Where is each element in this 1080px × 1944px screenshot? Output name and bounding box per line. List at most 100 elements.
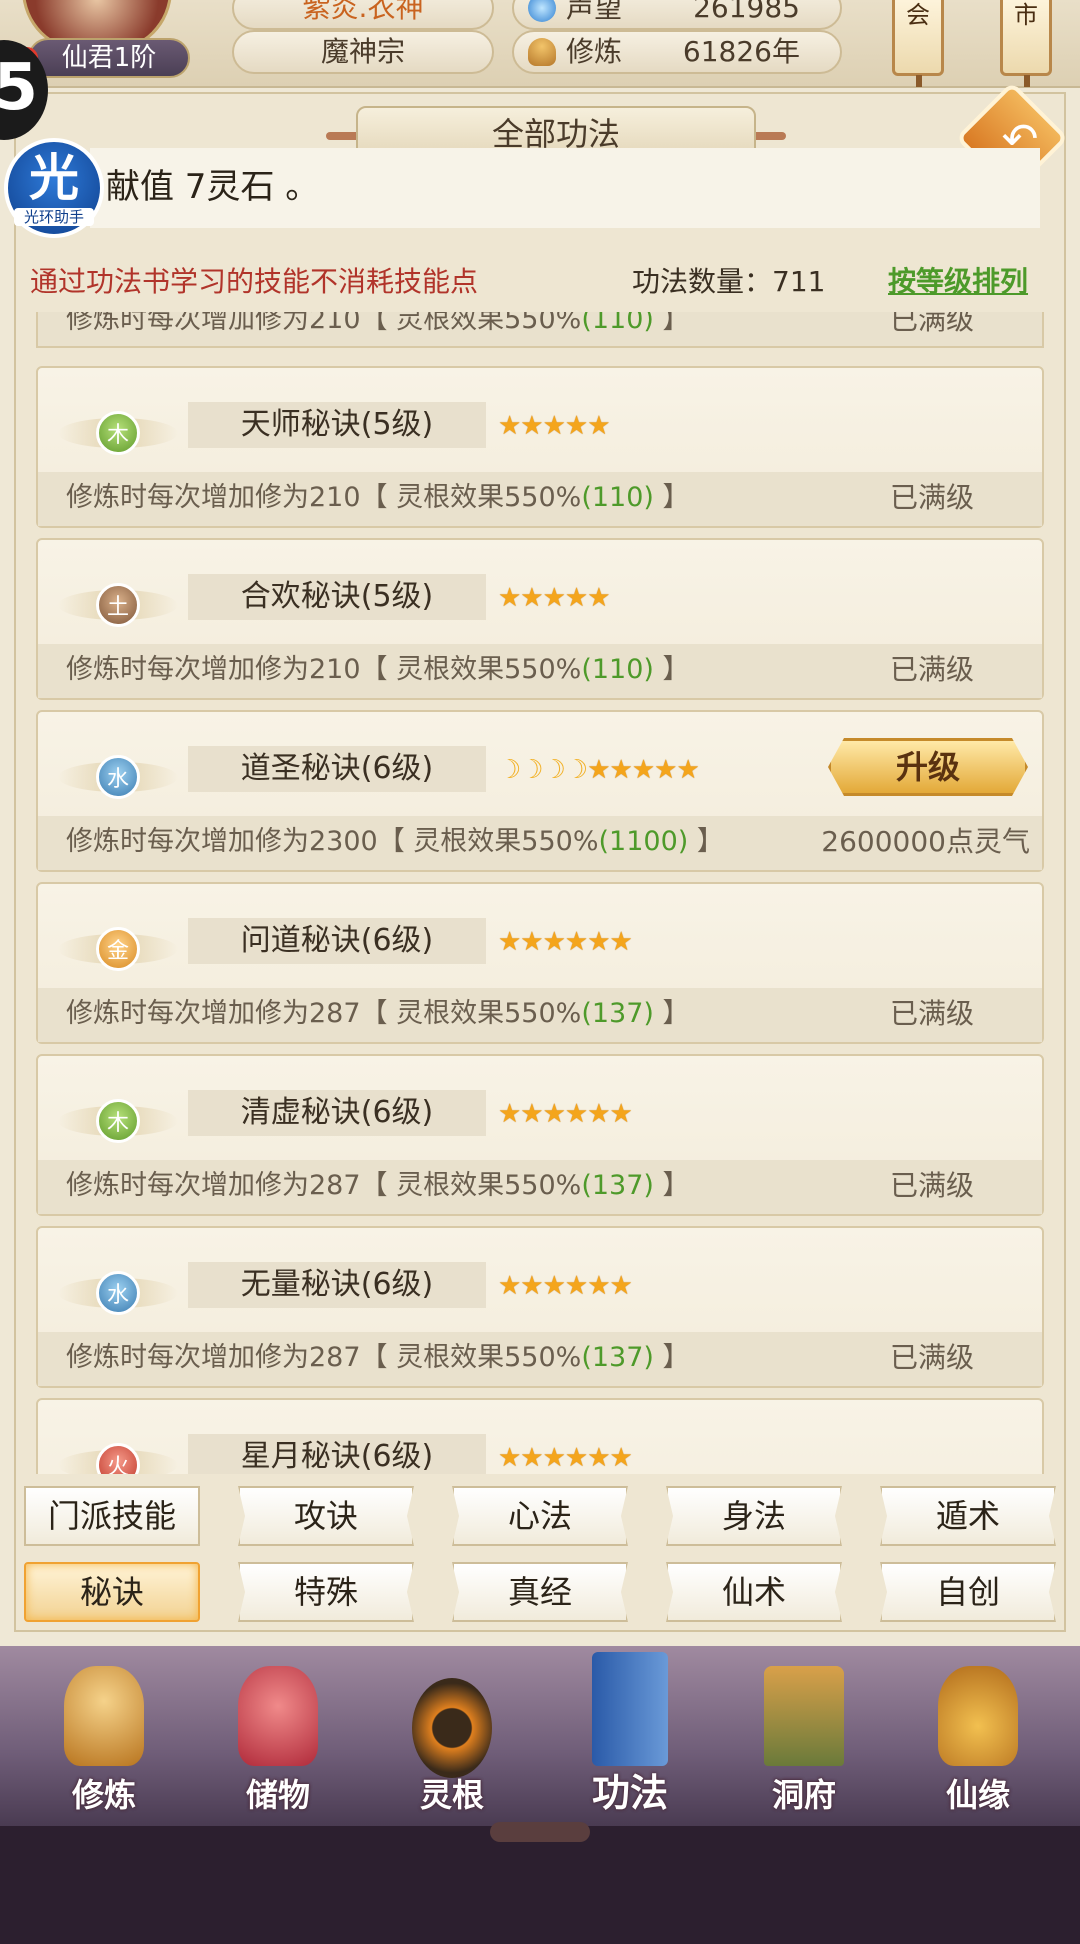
nav-label: 储物 xyxy=(245,1776,310,1814)
metal-element-icon: 金 xyxy=(96,927,140,971)
skill-status: 已满级 xyxy=(889,481,974,514)
market-scroll-button[interactable]: 市 xyxy=(1000,0,1052,87)
star-rating: ★★★★★★ xyxy=(498,1099,633,1129)
skill-status: 已满级 xyxy=(889,1169,974,1202)
skill-status: 已满级 xyxy=(889,997,974,1030)
skill-desc: 修炼时每次增加修为210【 灵根效果550%(110) 】 xyxy=(66,312,690,335)
list-item[interactable]: 木 天师秘诀(5级) ★★★★★ 修炼时每次增加修为210【 灵根效果550%(… xyxy=(36,366,1044,528)
meditation-icon xyxy=(528,38,556,66)
footer-ornament xyxy=(490,1822,590,1842)
skill-name: 星月秘诀(6级) xyxy=(188,1434,486,1474)
wood-element-icon: 木 xyxy=(96,1099,140,1143)
nav-label: 洞府 xyxy=(771,1776,836,1814)
skill-desc: 修炼时每次增加修为210【 灵根效果550%(110) 】 xyxy=(66,482,690,513)
player-name: 紫炎.衣神 xyxy=(232,0,494,30)
filter-custom[interactable]: 自创 xyxy=(880,1562,1056,1622)
list-item[interactable]: 火 星月秘诀(6级) ★★★★★★ xyxy=(36,1398,1044,1474)
cave-mansion-icon xyxy=(764,1666,844,1766)
skill-status: 已满级 xyxy=(889,1341,974,1374)
helper-badge-glyph: 光 xyxy=(29,149,79,207)
helper-badge-text: 光环助手 xyxy=(14,208,94,226)
hint-row: 通过功法书学习的技能不消耗技能点 功法数量：711 按等级排列 xyxy=(0,254,1080,304)
skill-desc: 修炼时每次增加修为287【 灵根效果550%(137) 】 xyxy=(66,1170,690,1201)
list-item[interactable]: 金 问道秘诀(6级) ★★★★★★ 修炼时每次增加修为287【 灵根效果550%… xyxy=(36,882,1044,1044)
filter-movement[interactable]: 身法 xyxy=(666,1486,842,1546)
fate-gourd-icon xyxy=(938,1666,1018,1766)
category-filters: 门派技能 攻诀 心法 身法 遁术 秘诀 特殊 真经 仙术 自创 xyxy=(0,1486,1080,1636)
skill-status: 已满级 xyxy=(889,653,974,686)
skill-desc: 修炼时每次增加修为2300【 灵根效果550%(1100) 】 xyxy=(66,826,724,857)
element-emblem: 木 xyxy=(58,398,178,468)
upgrade-button[interactable]: 升级 xyxy=(828,738,1028,796)
spirit-root-icon xyxy=(412,1678,492,1778)
nav-label: 仙缘 xyxy=(945,1776,1010,1814)
nav-spirit-root[interactable]: 灵根 xyxy=(382,1666,522,1816)
skill-name: 道圣秘诀(6级) xyxy=(188,746,486,792)
list-item[interactable]: 土 合欢秘诀(5级) ★★★★★ 修炼时每次增加修为210【 灵根效果550%(… xyxy=(36,538,1044,700)
top-bar: 仙君1阶 紫炎.衣神 魔神宗 声望 261985 修炼 61826年 会 市 xyxy=(0,0,1080,88)
wood-element-icon: 木 xyxy=(96,411,140,455)
guild-scroll-button[interactable]: 会 xyxy=(892,0,944,87)
skill-desc: 修炼时每次增加修为287【 灵根效果550%(137) 】 xyxy=(66,998,690,1029)
skill-count: 功法数量：711 xyxy=(632,265,826,298)
element-emblem: 水 xyxy=(58,1258,178,1328)
moon-icons: ☽☽☽☽ xyxy=(498,755,588,785)
bottom-nav: 修炼 储物 灵根 功法 洞府 仙缘 xyxy=(0,1646,1080,1826)
star-rating: ☽☽☽☽★★★★★ xyxy=(498,755,700,785)
nav-label: 功法 xyxy=(591,1771,668,1815)
filter-special[interactable]: 特殊 xyxy=(238,1562,414,1622)
skill-name: 天师秘诀(5级) xyxy=(188,402,486,448)
cultivate-icon xyxy=(64,1666,144,1766)
list-item[interactable]: 水 无量秘诀(6级) ★★★★★★ 修炼时每次增加修为287【 灵根效果550%… xyxy=(36,1226,1044,1388)
skill-list[interactable]: 修炼时每次增加修为210【 灵根效果550%(110) 】 已满级 木 天师秘诀… xyxy=(32,312,1048,1474)
reputation-value: 261985 xyxy=(693,0,800,24)
fire-element-icon: 火 xyxy=(96,1443,140,1474)
nav-skills[interactable]: 功法 xyxy=(560,1652,700,1816)
cultivation-value: 61826年 xyxy=(682,35,800,68)
skill-point-hint: 通过功法书学习的技能不消耗技能点 xyxy=(30,265,479,298)
nav-cave[interactable]: 洞府 xyxy=(734,1666,874,1816)
list-item[interactable]: 修炼时每次增加修为210【 灵根效果550%(110) 】 已满级 xyxy=(36,312,1044,348)
star-rating: ★★★★★ xyxy=(498,583,611,613)
list-item[interactable]: 木 清虚秘诀(6级) ★★★★★★ 修炼时每次增加修为287【 灵根效果550%… xyxy=(36,1054,1044,1216)
nav-fate[interactable]: 仙缘 xyxy=(908,1666,1048,1816)
skill-name: 合欢秘诀(5级) xyxy=(188,574,486,620)
upgrade-cost: 2600000点灵气 xyxy=(821,825,1030,858)
element-emblem: 土 xyxy=(58,570,178,640)
star-rating: ★★★★★★ xyxy=(498,927,633,957)
filter-sect-skills[interactable]: 门派技能 xyxy=(24,1486,200,1546)
reputation-gem-icon xyxy=(528,0,556,22)
filter-immortal-art[interactable]: 仙术 xyxy=(666,1562,842,1622)
player-sect: 魔神宗 xyxy=(232,30,494,74)
filter-scripture[interactable]: 真经 xyxy=(452,1562,628,1622)
storage-bag-icon xyxy=(238,1666,318,1766)
skill-name: 清虚秘诀(6级) xyxy=(188,1090,486,1136)
cultivation-box: 修炼 61826年 xyxy=(512,30,842,74)
earth-element-icon: 土 xyxy=(96,583,140,627)
star-rating: ★★★★★★ xyxy=(498,1443,633,1473)
filter-secret[interactable]: 秘诀 xyxy=(24,1562,200,1622)
nav-cultivate[interactable]: 修炼 xyxy=(34,1666,174,1816)
filter-attack[interactable]: 攻诀 xyxy=(238,1486,414,1546)
element-emblem: 木 xyxy=(58,1086,178,1156)
nav-storage[interactable]: 储物 xyxy=(208,1666,348,1816)
rank-badge: 仙君1阶 xyxy=(28,38,190,78)
nav-label: 灵根 xyxy=(419,1776,484,1814)
skill-desc: 修炼时每次增加修为210【 灵根效果550%(110) 】 xyxy=(66,654,690,685)
skill-name: 问道秘诀(6级) xyxy=(188,918,486,964)
water-element-icon: 水 xyxy=(96,755,140,799)
filter-escape[interactable]: 遁术 xyxy=(880,1486,1056,1546)
skill-status: 已满级 xyxy=(889,312,974,336)
sort-by-level-link[interactable]: 按等级排列 xyxy=(888,260,1028,300)
water-element-icon: 水 xyxy=(96,1271,140,1315)
cultivation-label: 修炼 xyxy=(566,35,623,68)
footer-band xyxy=(0,1826,1080,1944)
skill-desc: 修炼时每次增加修为287【 灵根效果550%(137) 】 xyxy=(66,1342,690,1373)
star-rating: ★★★★★★ xyxy=(498,1271,633,1301)
filter-mind[interactable]: 心法 xyxy=(452,1486,628,1546)
helper-assistant-badge[interactable]: 光 光环助手 xyxy=(4,138,104,238)
element-emblem: 水 xyxy=(58,742,178,812)
reputation-label: 声望 xyxy=(566,0,623,24)
list-item[interactable]: 水 道圣秘诀(6级) ☽☽☽☽★★★★★ 升级 修炼时每次增加修为2300【 灵… xyxy=(36,710,1044,872)
element-emblem: 金 xyxy=(58,914,178,984)
